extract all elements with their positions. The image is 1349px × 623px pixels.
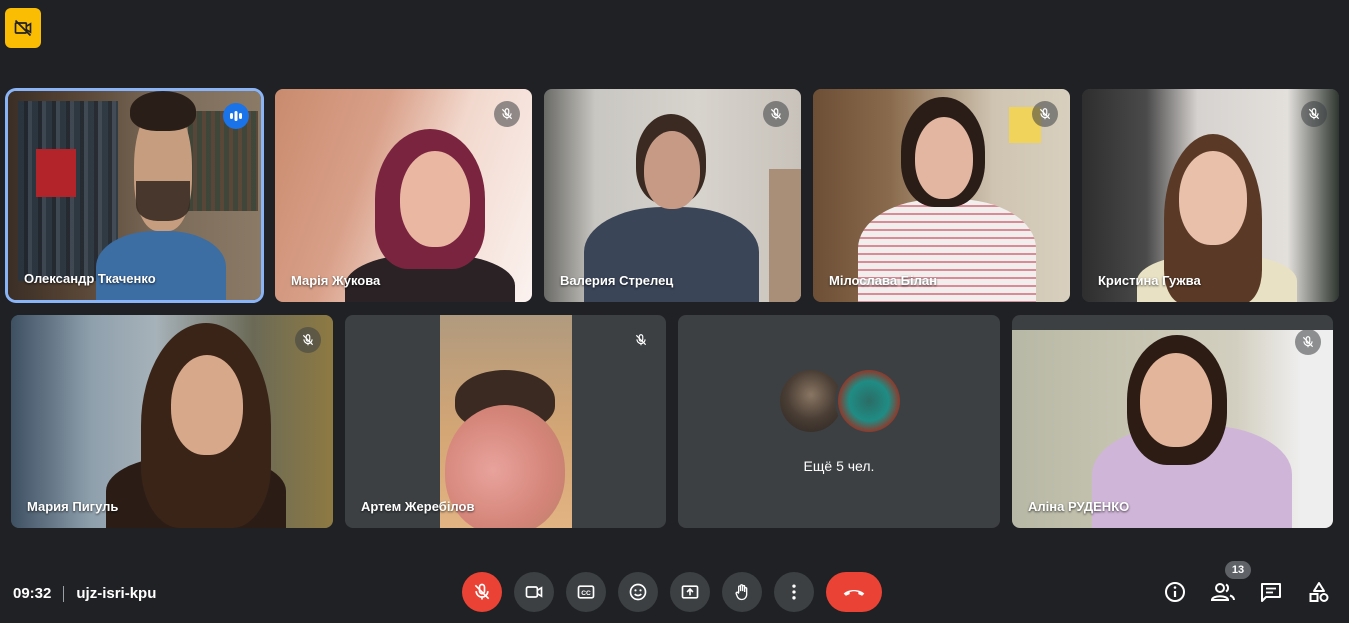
camera-off-icon bbox=[14, 19, 32, 37]
participant-name: Валерия Стрелец bbox=[560, 273, 674, 288]
people-button[interactable] bbox=[1209, 578, 1237, 606]
participant-tile[interactable]: Кристина Гужва bbox=[1082, 89, 1339, 302]
raise-hand-icon bbox=[735, 584, 748, 601]
captions-icon: CC bbox=[577, 585, 595, 599]
mic-off-indicator bbox=[494, 101, 520, 127]
mic-off-icon bbox=[1302, 336, 1314, 348]
divider bbox=[63, 585, 65, 602]
raise-hand-button[interactable] bbox=[722, 572, 762, 612]
captions-button[interactable]: CC bbox=[566, 572, 606, 612]
participant-name: Мария Пигуль bbox=[27, 499, 119, 514]
mic-off-icon bbox=[1039, 108, 1051, 120]
chat-button[interactable] bbox=[1257, 578, 1285, 606]
others-tile[interactable]: Ещё 5 чел. bbox=[678, 315, 1000, 528]
mic-off-icon bbox=[474, 583, 490, 600]
activities-icon bbox=[1309, 582, 1329, 602]
people-icon bbox=[1210, 583, 1235, 601]
mic-off-indicator bbox=[1295, 329, 1321, 355]
participant-tile[interactable]: Валерия Стрелец bbox=[544, 89, 801, 302]
present-button[interactable] bbox=[670, 572, 710, 612]
svg-text:CC: CC bbox=[581, 590, 591, 597]
activities-button[interactable] bbox=[1305, 578, 1333, 606]
camera-off-badge[interactable] bbox=[5, 8, 41, 48]
hang-up-icon bbox=[843, 589, 865, 596]
mic-off-icon bbox=[302, 334, 314, 346]
mic-off-indicator bbox=[763, 101, 789, 127]
mic-off-indicator bbox=[295, 327, 321, 353]
mic-off-indicator bbox=[1301, 101, 1327, 127]
mic-off-icon bbox=[1308, 108, 1320, 120]
camera-icon bbox=[525, 586, 543, 598]
participant-tile[interactable]: Аліна РУДЕНКО bbox=[1012, 315, 1333, 528]
toggle-camera-button[interactable] bbox=[514, 572, 554, 612]
mic-off-indicator bbox=[628, 327, 654, 353]
meeting-info-button[interactable] bbox=[1161, 578, 1189, 606]
participant-tile[interactable]: Мария Пигуль bbox=[11, 315, 333, 528]
participant-tile[interactable]: Артем Жеребілов bbox=[345, 315, 666, 528]
reactions-button[interactable] bbox=[618, 572, 658, 612]
participant-tile[interactable]: Марія Жукова bbox=[275, 89, 532, 302]
more-options-button[interactable] bbox=[774, 572, 814, 612]
mic-off-icon bbox=[635, 334, 647, 346]
more-participants-label: Ещё 5 чел. bbox=[803, 458, 875, 474]
chat-icon bbox=[1261, 583, 1281, 602]
participant-name: Марія Жукова bbox=[291, 273, 381, 288]
toggle-mic-button[interactable] bbox=[462, 572, 502, 612]
emoji-icon bbox=[629, 583, 647, 601]
participant-name: Кристина Гужва bbox=[1098, 273, 1201, 288]
meeting-code[interactable]: ujz-isri-kpu bbox=[76, 585, 156, 602]
mic-off-icon bbox=[770, 108, 782, 120]
participant-name: Аліна РУДЕНКО bbox=[1028, 499, 1130, 514]
participant-name: Мілослава Білан bbox=[829, 273, 937, 288]
people-count-badge: 13 bbox=[1225, 561, 1251, 579]
speaking-indicator bbox=[223, 103, 249, 129]
more-icon bbox=[792, 584, 796, 600]
participant-tile[interactable]: Мілослава Білан bbox=[813, 89, 1070, 302]
audio-level-icon bbox=[230, 111, 242, 121]
meeting-details: 09:32 ujz-isri-kpu bbox=[13, 585, 156, 602]
participant-name: Артем Жеребілов bbox=[361, 499, 475, 514]
leave-call-button[interactable] bbox=[826, 572, 882, 612]
mic-off-icon bbox=[501, 108, 513, 120]
mic-off-indicator bbox=[1032, 101, 1058, 127]
meeting-time: 09:32 bbox=[13, 585, 52, 602]
present-icon bbox=[681, 585, 699, 599]
participant-tile[interactable]: Олександр Ткаченко bbox=[8, 91, 261, 300]
avatar bbox=[780, 370, 842, 432]
info-icon bbox=[1165, 582, 1185, 602]
avatar bbox=[838, 370, 900, 432]
participant-name: Олександр Ткаченко bbox=[24, 271, 156, 286]
